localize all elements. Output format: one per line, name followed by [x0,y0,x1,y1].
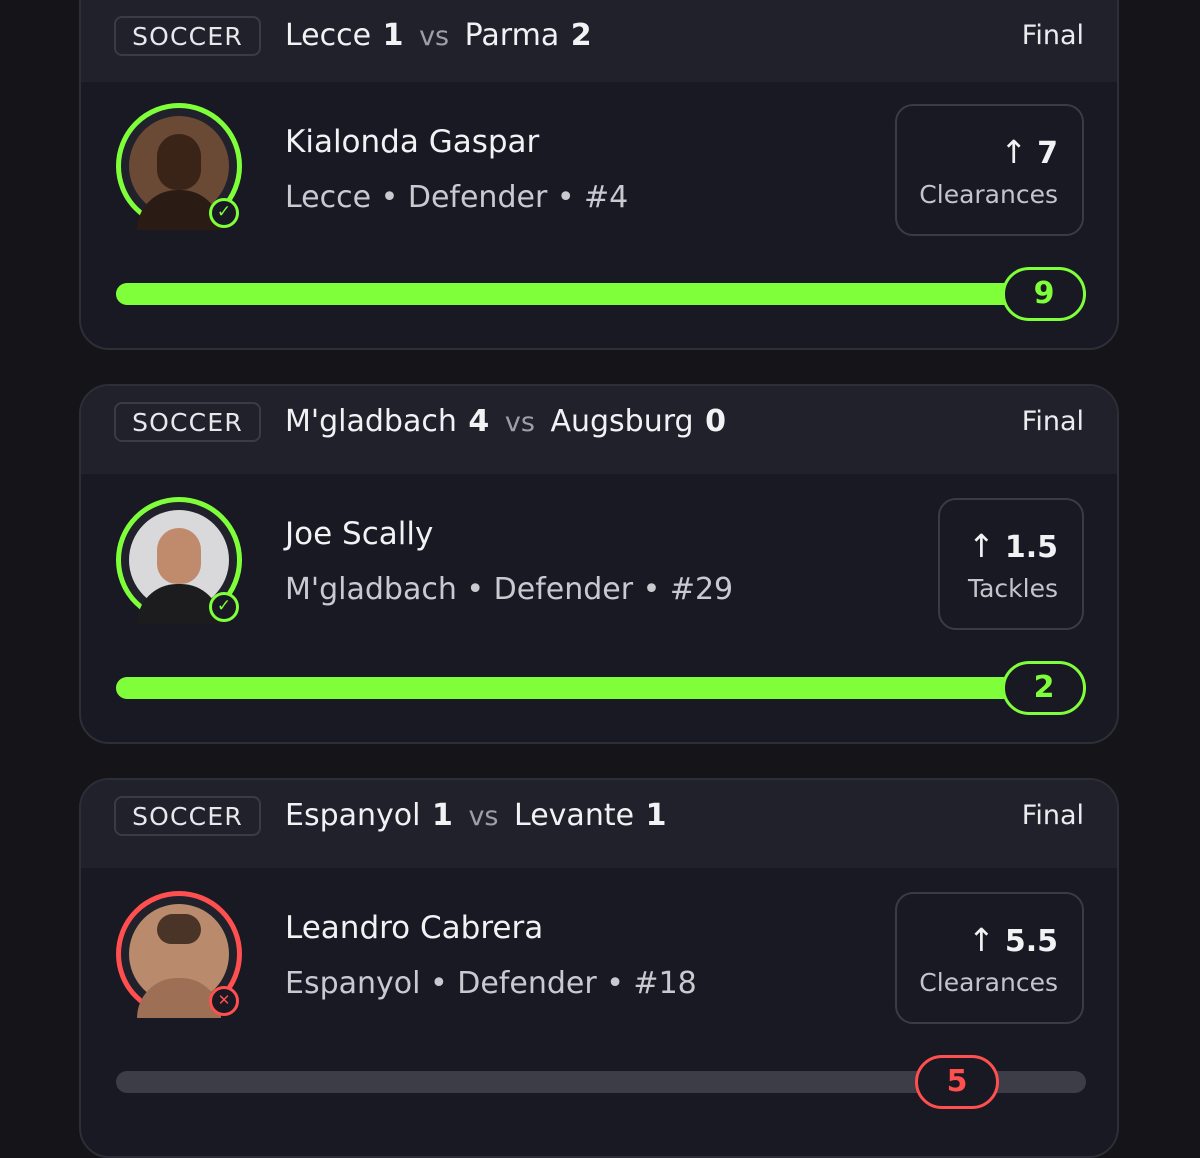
sport-badge: SOCCER [114,402,261,442]
arrow-up-icon: ↑ [1000,133,1028,171]
player-name[interactable]: Joe Scally [285,516,433,552]
home-score: 1 [382,18,404,53]
player-meta: Espanyol • Defender • #18 [285,966,697,1001]
home-score: 4 [468,404,490,439]
away-score: 2 [570,18,592,53]
game-status: Final [1021,800,1084,831]
prop-card[interactable]: SOCCER Lecce 1 vs Parma 2 Final ✓ Kialon… [79,0,1119,350]
progress-fill [116,283,1086,305]
stat-label: Clearances [919,968,1058,997]
game-header: SOCCER M'gladbach 4 vs Augsburg 0 Final [81,386,1117,474]
vs-label: vs [504,407,535,438]
arrow-up-icon: ↑ [968,527,995,565]
sport-badge: SOCCER [114,796,261,836]
result-value-pill: 9 [1002,267,1086,321]
game-header: SOCCER Espanyol 1 vs Levante 1 Final [81,780,1117,868]
progress-fill [116,677,1086,699]
vs-label: vs [419,21,450,52]
progress-bar: 9 [116,267,1086,321]
arrow-up-icon: ↑ [968,921,995,959]
stat-line-value: 7 [1037,136,1058,171]
stat-line-value: 5.5 [1004,924,1058,959]
player-name[interactable]: Kialonda Gaspar [285,124,539,160]
home-team: Espanyol [285,798,421,833]
home-team: M'gladbach [285,404,457,439]
result-value-pill: 2 [1002,661,1086,715]
prop-card[interactable]: SOCCER Espanyol 1 vs Levante 1 Final ✕ L… [79,778,1119,1158]
player-avatar[interactable]: ✓ [116,103,242,230]
game-header: SOCCER Lecce 1 vs Parma 2 Final [81,0,1117,82]
result-value-pill: 5 [915,1055,999,1109]
game-status: Final [1021,406,1084,437]
matchup: Lecce 1 vs Parma 2 [285,14,592,58]
check-icon: ✓ [209,198,239,228]
stat-line-value: 1.5 [1004,530,1058,565]
matchup: Espanyol 1 vs Levante 1 [285,794,666,838]
player-avatar[interactable]: ✕ [116,891,242,1018]
stat-line-box[interactable]: ↑ 5.5 Clearances [895,892,1084,1024]
away-team: Augsburg [550,404,694,439]
progress-bar: 5 [116,1055,1086,1109]
away-score: 1 [645,798,667,833]
player-meta: M'gladbach • Defender • #29 [285,572,734,607]
home-score: 1 [432,798,453,833]
matchup: M'gladbach 4 vs Augsburg 0 [285,400,726,444]
player-meta: Lecce • Defender • #4 [285,180,629,215]
progress-bar: 2 [116,661,1086,715]
away-team: Parma [464,18,560,53]
x-icon: ✕ [209,986,239,1016]
stat-line-box[interactable]: ↑ 7 Clearances [895,104,1084,236]
stat-label: Clearances [919,180,1058,209]
game-status: Final [1021,20,1084,51]
player-name[interactable]: Leandro Cabrera [285,910,543,946]
check-icon: ✓ [209,592,239,622]
vs-label: vs [468,801,499,832]
away-team: Levante [514,798,635,833]
away-score: 0 [705,404,726,439]
player-avatar[interactable]: ✓ [116,497,242,624]
stat-label: Tackles [967,574,1058,603]
prop-card[interactable]: SOCCER M'gladbach 4 vs Augsburg 0 Final … [79,384,1119,744]
sport-badge: SOCCER [114,16,261,56]
home-team: Lecce [285,18,372,53]
stat-line-box[interactable]: ↑ 1.5 Tackles [938,498,1084,630]
